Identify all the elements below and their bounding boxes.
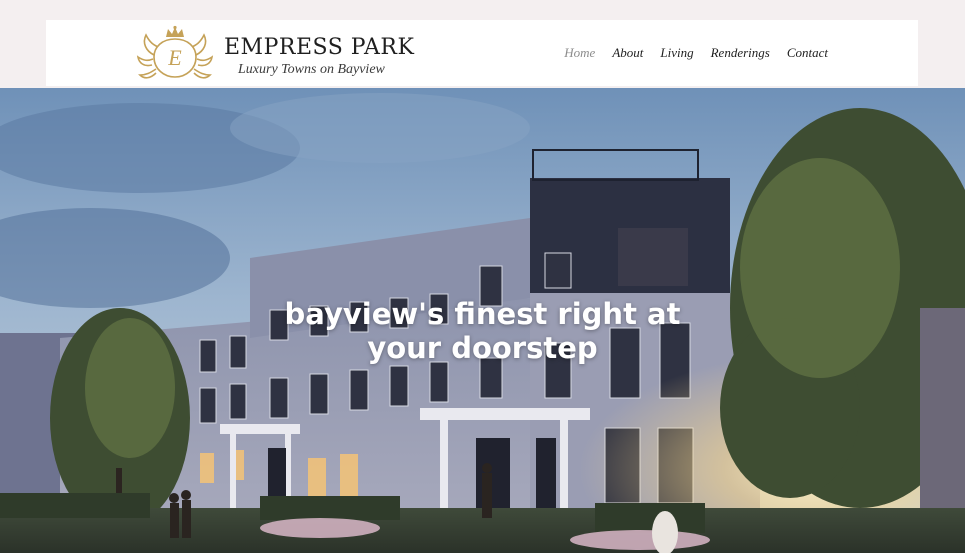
crest-icon: E bbox=[136, 25, 214, 79]
nav-contact[interactable]: Contact bbox=[787, 45, 828, 61]
nav-renderings[interactable]: Renderings bbox=[711, 45, 770, 61]
brand-tagline: Luxury Towns on Bayview bbox=[238, 62, 385, 77]
hero-headline: bayview's finest right at your doorstep bbox=[0, 297, 965, 365]
crest-letter: E bbox=[167, 45, 182, 70]
nav-about[interactable]: About bbox=[612, 45, 643, 61]
nav-home[interactable]: Home bbox=[564, 45, 595, 61]
brand-title: EMPRESS PARK bbox=[224, 35, 415, 60]
hero-section: bayview's finest right at your doorstep bbox=[0, 88, 965, 553]
hero-headline-line1: bayview's finest right at bbox=[284, 297, 681, 332]
brand-logo[interactable]: E EMPRESS PARK Luxury Towns on Bayview bbox=[136, 25, 414, 83]
nav-living[interactable]: Living bbox=[660, 45, 693, 61]
site-header: E EMPRESS PARK Luxury Towns on Bayview H… bbox=[46, 20, 918, 86]
hero-headline-line2: your doorstep bbox=[367, 331, 598, 366]
main-nav: Home About Living Renderings Contact bbox=[564, 45, 828, 61]
